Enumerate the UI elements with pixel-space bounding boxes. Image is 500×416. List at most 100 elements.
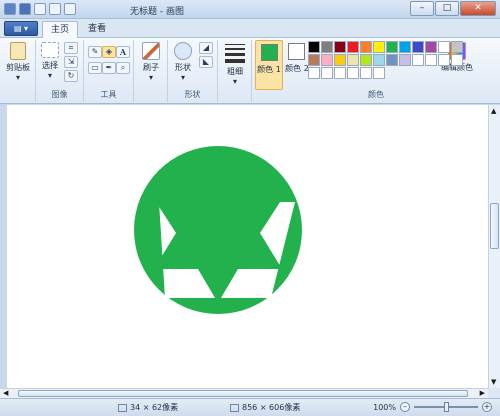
shapes-dropdown-icon[interactable]: ▾ <box>170 73 196 82</box>
palette-swatch[interactable] <box>321 67 333 79</box>
brushes-dropdown-icon[interactable]: ▾ <box>137 73 165 82</box>
save-icon[interactable] <box>19 3 31 15</box>
paste-button[interactable]: 剪贴板 ▾ <box>3 42 33 82</box>
palette-swatch[interactable] <box>451 41 463 53</box>
redo-icon[interactable] <box>49 3 61 15</box>
palette-swatch[interactable] <box>386 41 398 53</box>
line-width-icon <box>225 44 245 63</box>
color2-button[interactable]: 颜色 2 <box>283 40 311 90</box>
drawing-canvas[interactable] <box>7 105 488 388</box>
select-dropdown-icon[interactable]: ▾ <box>38 71 62 80</box>
scroll-up-arrow-icon[interactable]: ▲ <box>491 107 496 115</box>
tab-home[interactable]: 主页 <box>42 21 79 38</box>
paste-label: 剪贴板 <box>6 63 30 72</box>
magnifier-icon[interactable]: ⌕ <box>116 62 130 74</box>
palette-swatch[interactable] <box>321 41 333 53</box>
palette-swatch[interactable] <box>373 67 385 79</box>
palette-swatch[interactable] <box>321 54 333 66</box>
palette-swatch[interactable] <box>373 54 385 66</box>
workspace <box>0 105 488 388</box>
ribbon: 剪贴板 ▾ 选择 ▾ ⌗ ⇲ ↻ 图像 ✎ ◈ A ▭ ✒ ⌕ 工具 刷子 ▾ <box>0 38 500 104</box>
tab-view[interactable]: 查看 <box>80 21 114 38</box>
palette-swatch[interactable] <box>438 54 450 66</box>
palette-swatch[interactable] <box>386 54 398 66</box>
palette-swatch[interactable] <box>373 41 385 53</box>
size-group: 粗细 ▾ <box>218 40 252 102</box>
image-group-label: 图像 <box>51 90 68 99</box>
palette-swatch[interactable] <box>451 54 463 66</box>
vertical-scroll-thumb[interactable] <box>490 203 499 249</box>
palette-swatch[interactable] <box>360 41 372 53</box>
palette-swatch[interactable] <box>347 41 359 53</box>
palette-swatch[interactable] <box>334 41 346 53</box>
palette-swatch[interactable] <box>334 67 346 79</box>
palette-swatch[interactable] <box>360 67 372 79</box>
scroll-down-arrow-icon[interactable]: ▼ <box>491 378 496 386</box>
maximize-button[interactable]: □ <box>435 1 459 16</box>
size-button[interactable]: 粗细 ▾ <box>222 44 248 86</box>
tools-group: ✎ ◈ A ▭ ✒ ⌕ 工具 <box>84 40 134 102</box>
brushes-label: 刷子 <box>143 63 159 72</box>
outline-icon[interactable]: ◢ <box>199 42 213 54</box>
palette-swatch[interactable] <box>399 41 411 53</box>
zoom-slider-knob[interactable] <box>444 402 449 412</box>
eraser-icon[interactable]: ▭ <box>88 62 102 74</box>
customize-qat-icon[interactable] <box>64 3 76 15</box>
color2-label: 颜色 2 <box>285 64 309 73</box>
palette-swatch[interactable] <box>347 67 359 79</box>
palette-swatch[interactable] <box>425 41 437 53</box>
fill-bucket-icon[interactable]: ◈ <box>102 46 116 58</box>
color1-label: 颜色 1 <box>257 65 281 74</box>
scroll-right-arrow-icon[interactable]: ▶ <box>480 389 485 397</box>
select-button[interactable]: 选择 ▾ <box>38 42 62 80</box>
zoom-in-button[interactable]: + <box>482 402 492 412</box>
text-tool-icon[interactable]: A <box>116 46 130 58</box>
minimize-button[interactable]: – <box>410 1 434 16</box>
undo-icon[interactable] <box>34 3 46 15</box>
resize-icon[interactable]: ⇲ <box>64 56 78 68</box>
pencil-icon[interactable]: ✎ <box>88 46 102 58</box>
zoom-control: 100% – + <box>373 402 492 412</box>
horizontal-scrollbar[interactable]: ◀ ▶ <box>0 388 488 398</box>
shape-fill-icon[interactable]: ◣ <box>199 56 213 68</box>
color1-button[interactable]: 颜色 1 <box>255 40 283 90</box>
paint-app-icon[interactable] <box>4 3 16 15</box>
zoom-out-button[interactable]: – <box>400 402 410 412</box>
close-button[interactable]: ✕ <box>460 1 496 16</box>
brushes-button[interactable]: 刷子 ▾ <box>137 42 165 82</box>
shapes-button[interactable]: 形状 ▾ <box>170 42 196 82</box>
select-rectangle-icon <box>41 42 59 58</box>
palette-swatch[interactable] <box>308 67 320 79</box>
color-palette <box>308 41 463 79</box>
colors-group-label: 颜色 <box>368 90 384 99</box>
palette-swatch[interactable] <box>412 41 424 53</box>
title-bar: 无标题 - 画图 – □ ✕ <box>0 0 500 19</box>
palette-swatch[interactable] <box>347 54 359 66</box>
scroll-left-arrow-icon[interactable]: ◀ <box>3 389 8 397</box>
brush-icon <box>142 42 160 60</box>
paint-menu-button[interactable]: ▤ ▾ <box>4 21 38 36</box>
rotate-icon[interactable]: ↻ <box>64 70 78 82</box>
palette-swatch[interactable] <box>308 41 320 53</box>
horizontal-scroll-thumb[interactable] <box>18 390 468 397</box>
crop-icon[interactable]: ⌗ <box>64 42 78 54</box>
palette-swatch[interactable] <box>360 54 372 66</box>
paste-dropdown-icon[interactable]: ▾ <box>3 73 33 82</box>
color1-swatch <box>261 44 278 61</box>
palette-swatch[interactable] <box>412 54 424 66</box>
palette-swatch[interactable] <box>334 54 346 66</box>
palette-swatch[interactable] <box>308 54 320 66</box>
palette-swatch[interactable] <box>425 54 437 66</box>
vertical-scrollbar[interactable]: ▲ ▼ <box>488 105 500 388</box>
palette-swatch[interactable] <box>399 54 411 66</box>
shapes-group: 形状 ▾ ◢ ◣ 形状 <box>168 40 218 102</box>
color-picker-icon[interactable]: ✒ <box>102 62 116 74</box>
size-dropdown-icon[interactable]: ▾ <box>222 77 248 86</box>
window-title: 无标题 - 画图 <box>130 7 184 17</box>
window-controls: – □ ✕ <box>410 1 496 16</box>
palette-swatch[interactable] <box>438 41 450 53</box>
zoom-slider[interactable] <box>414 402 478 412</box>
ribbon-tab-row: ▤ ▾ 主页 查看 <box>0 19 500 38</box>
shapes-icon <box>174 42 192 60</box>
brushes-group: 刷子 ▾ <box>134 40 168 102</box>
